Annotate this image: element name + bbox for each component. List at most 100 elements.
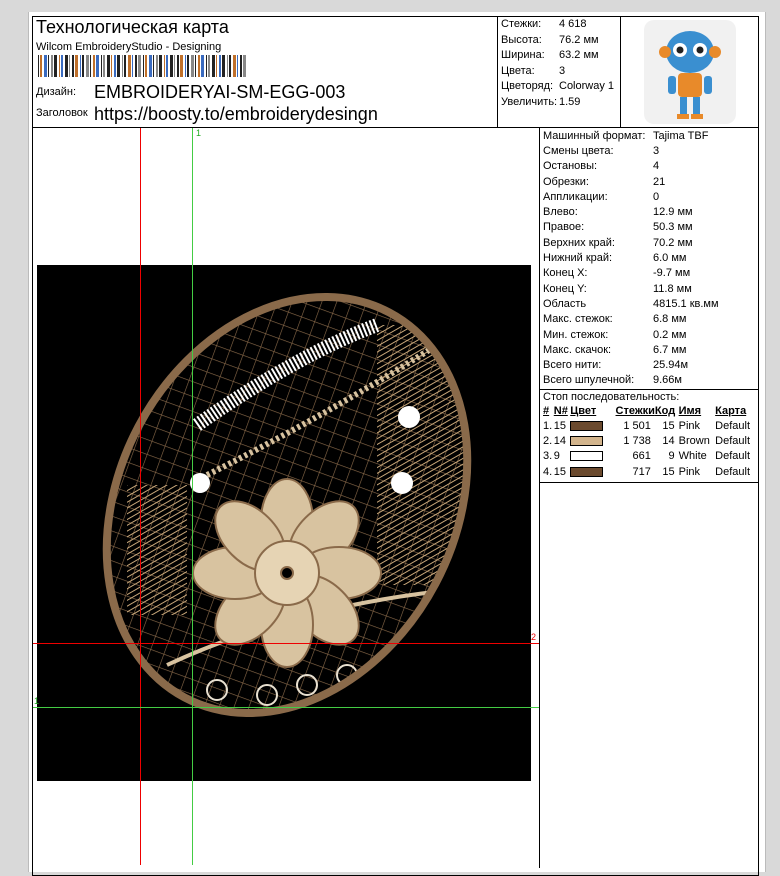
needle-number: 15 <box>553 419 566 432</box>
stat-row: Цвета: 3 <box>501 65 617 81</box>
barcode-bar <box>243 55 246 77</box>
info-row: Нижний край: 6.0 мм <box>543 250 756 265</box>
marker-right: 2 <box>531 632 537 642</box>
marker-top: 1 <box>196 128 202 138</box>
info-value: 70.2 мм <box>653 236 693 249</box>
stitch-count: 717 <box>632 465 651 478</box>
info-label: Макс. стежок: <box>543 313 613 326</box>
color-cell <box>570 418 609 433</box>
design-label: Дизайн: <box>36 86 77 98</box>
info-value: 50.3 мм <box>653 221 693 234</box>
robot-thumbnail <box>622 16 758 127</box>
barcode-bar <box>180 55 183 77</box>
barcode-bar <box>206 55 207 77</box>
heading-label: Заголовок <box>36 107 88 119</box>
info-value: 25.94м <box>653 359 689 372</box>
design-stats: Стежки: 4 618 Высота: 76.2 мм Ширина: 63.2 мм… <box>497 16 621 127</box>
stat-row: Цветоряд: Colorway 1 <box>501 80 617 96</box>
barcode-bar <box>40 55 42 77</box>
color-code: 15 <box>662 419 675 432</box>
info-row: Остановы: 4 <box>543 159 756 174</box>
color-swatch <box>570 420 604 431</box>
stat-value: Colorway 1 <box>559 80 615 92</box>
barcode-bar <box>143 55 144 77</box>
barcode-bar <box>229 55 231 77</box>
barcode-bar <box>80 55 81 77</box>
barcode-bar <box>82 55 84 77</box>
barcode-bar <box>222 55 225 77</box>
barcode-bar <box>132 55 133 77</box>
stop-index: 3. <box>543 450 553 463</box>
barcode-bar <box>124 55 126 77</box>
needle-number: 15 <box>553 465 566 478</box>
color-cell <box>570 433 609 448</box>
red-horizontal-guide <box>33 643 539 644</box>
barcode-bar <box>38 55 39 77</box>
info-value: 6.7 мм <box>653 343 687 356</box>
info-row: Мин. стежок: 0.2 мм <box>543 327 756 342</box>
barcode-bar <box>174 55 175 77</box>
stitch-count: 1 738 <box>623 434 651 447</box>
design-preview <box>37 265 531 781</box>
info-label: Остановы: <box>543 160 598 173</box>
barcode-bar <box>54 55 57 77</box>
stop-row: 2. 14 1 738 14 Brown Default <box>543 433 756 448</box>
green-vertical-guide <box>192 128 193 865</box>
barcode-bar <box>227 55 228 77</box>
barcode-bar <box>61 55 63 77</box>
info-row: Макс. стежок: 6.8 мм <box>543 312 756 327</box>
green-horizontal-guide <box>33 707 539 708</box>
stop-index: 2. <box>543 434 553 447</box>
barcode-bar <box>111 55 112 77</box>
barcode-bar <box>69 55 70 77</box>
column-header: Карта <box>715 404 747 417</box>
info-row: Конец Y: 11.8 мм <box>543 281 756 296</box>
barcode-bar <box>145 55 147 77</box>
barcode-bar <box>185 55 186 77</box>
info-value: 12.9 мм <box>653 206 693 219</box>
stop-index: 1. <box>543 419 553 432</box>
info-value: 9.66м <box>653 374 682 387</box>
barcode-bar <box>208 55 210 77</box>
info-row: Смены цвета: 3 <box>543 143 756 158</box>
barcode-bar <box>90 55 91 77</box>
stat-value: 3 <box>559 64 566 77</box>
stat-label: Цвета: <box>501 64 535 77</box>
stat-value: 4 618 <box>559 18 587 30</box>
info-row: Аппликации: 0 <box>543 189 756 204</box>
info-value: Tajima TBF <box>653 129 709 142</box>
color-code: 15 <box>662 465 675 478</box>
column-header: Имя <box>678 404 702 417</box>
barcode-bar <box>59 55 60 77</box>
stop-row: 1. 15 1 501 15 Pink Default <box>543 418 756 433</box>
color-name: Pink <box>678 465 701 478</box>
stat-value: 1.59 <box>559 95 581 108</box>
barcode-bar <box>233 55 236 77</box>
barcode-bar <box>164 55 165 77</box>
info-value: 0 <box>653 190 660 203</box>
info-label: Конец X: <box>543 267 588 280</box>
info-value: 3 <box>653 144 660 157</box>
info-label: Область <box>543 297 587 310</box>
barcode-bar <box>149 55 152 77</box>
barcode-bar <box>117 55 120 77</box>
stat-row: Высота: 76.2 мм <box>501 34 617 50</box>
stop-row: 4. 15 717 15 Pink Default <box>543 464 756 479</box>
barcode-bar <box>107 55 110 77</box>
design-name: EMBROIDERYAI-SM-EGG-003 <box>94 82 346 102</box>
info-row: Правое: 50.3 мм <box>543 220 756 235</box>
barcode-bar <box>156 55 158 77</box>
stat-label: Высота: <box>501 33 542 46</box>
color-swatch <box>570 436 604 447</box>
info-value: 11.8 мм <box>653 282 692 295</box>
barcode-bar <box>86 55 89 77</box>
column-header: # <box>543 404 550 417</box>
column-header: Код <box>654 404 676 417</box>
stop-index: 4. <box>543 465 553 478</box>
machine-info: Машинный формат: Tajima TBF Смены цвета: 3 О… <box>540 128 759 388</box>
stat-label: Стежки: <box>501 18 542 30</box>
barcode-bar <box>195 55 196 77</box>
color-cell <box>570 449 609 464</box>
color-swatch <box>570 466 604 477</box>
barcode-bar <box>93 55 95 77</box>
